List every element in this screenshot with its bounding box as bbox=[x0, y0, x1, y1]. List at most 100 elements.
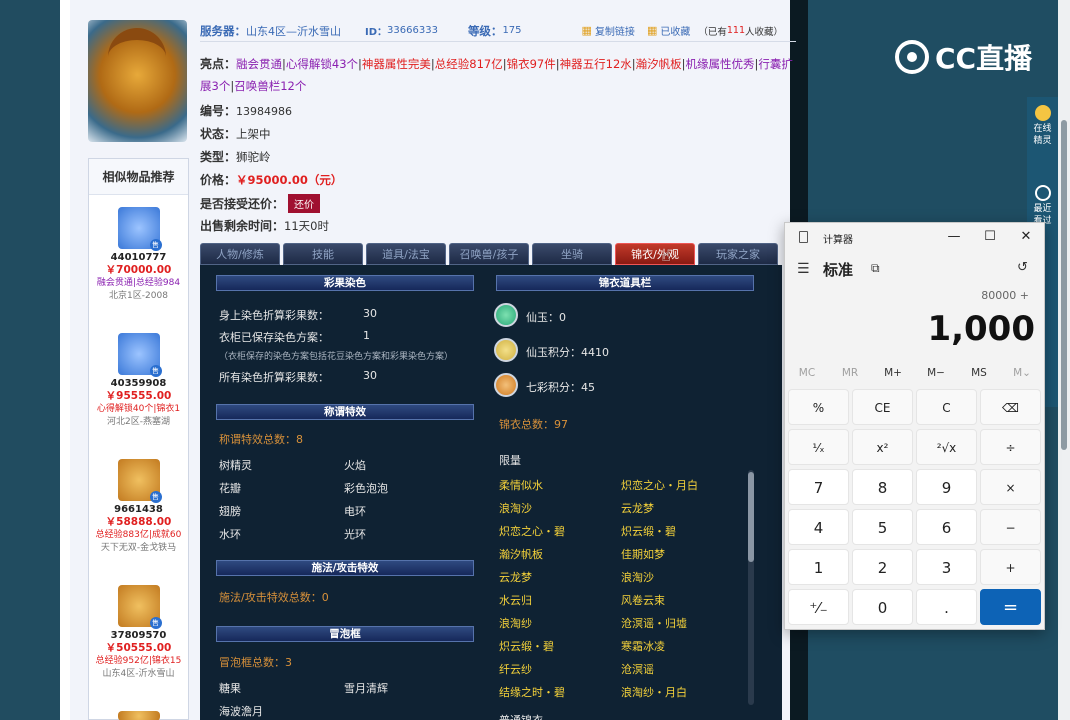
menu-icon[interactable]: ☰ bbox=[797, 261, 810, 277]
dye-label: 所有染色折算彩果数： bbox=[219, 371, 329, 384]
memory-list-button[interactable]: M⌄ bbox=[1002, 367, 1042, 379]
add-button[interactable]: + bbox=[980, 549, 1041, 585]
square-button[interactable]: x² bbox=[852, 429, 913, 465]
id-value: 33666333 bbox=[387, 25, 438, 36]
tab-mounts[interactable]: 坐骑 bbox=[532, 243, 612, 265]
highlights-label: 亮点： bbox=[200, 57, 237, 71]
remaining-label: 出售剩余时间： bbox=[200, 219, 285, 233]
dye-value: 30 bbox=[363, 307, 377, 320]
number-value: 13984986 bbox=[236, 105, 293, 118]
highlight-tag: 神器五行12水 bbox=[559, 57, 632, 71]
m-plus-button[interactable]: M+ bbox=[873, 367, 913, 379]
calculator-display: 1,000 bbox=[927, 309, 1035, 349]
similar-item[interactable]: 售 40359908 ￥95555.00 心得解锁40个|锦衣1 河北2区-燕塞… bbox=[89, 333, 188, 429]
recent-watched-button[interactable]: 最近看过 bbox=[1027, 185, 1058, 227]
outfit-item: 沧溟谣 bbox=[621, 663, 654, 676]
bargain-button[interactable]: 还价 bbox=[288, 194, 321, 213]
similar-item-tags: 总经验952亿|锦衣15 bbox=[95, 656, 182, 666]
favorited-button[interactable]: 已收藏 bbox=[660, 23, 690, 38]
similar-item-server: 山东4区-沂水雪山 bbox=[102, 669, 175, 679]
digit-4-button[interactable]: 4 bbox=[788, 509, 849, 545]
status-row: 状态：上架中 bbox=[200, 125, 271, 142]
similar-item[interactable]: 售 9661438 ￥58888.00 总经验883亿|成就60 天下无双-金戈… bbox=[89, 459, 188, 555]
bubble-item: 雪月清辉 bbox=[344, 682, 388, 695]
mc-button[interactable]: MC bbox=[787, 367, 827, 379]
tab-home[interactable]: 玩家之家 bbox=[698, 243, 778, 265]
minimize-button[interactable]: — bbox=[936, 223, 972, 251]
server-value[interactable]: 山东4区—沂水雪山 bbox=[246, 23, 341, 39]
outfit-scrollbar-thumb[interactable] bbox=[748, 472, 754, 562]
outfit-scrollbar[interactable] bbox=[748, 470, 754, 705]
similar-item-price: ￥70000.00 bbox=[105, 264, 172, 276]
similar-item-image[interactable]: 售 bbox=[117, 585, 162, 629]
bubble-item: 糖果 bbox=[219, 682, 241, 695]
subtract-button[interactable]: − bbox=[980, 509, 1041, 545]
sqrt-button[interactable]: ²√x bbox=[916, 429, 977, 465]
similar-item[interactable]: 售 37809570 ￥50555.00 总经验952亿|锦衣15 山东4区-沂… bbox=[89, 585, 188, 681]
mr-button[interactable]: MR bbox=[830, 367, 870, 379]
outfit-item: 柔情似水 bbox=[499, 479, 543, 492]
similar-item-image[interactable]: 售 bbox=[117, 207, 162, 251]
maximize-button[interactable]: ☐ bbox=[972, 223, 1008, 251]
outfit-item: 水云归 bbox=[499, 594, 532, 607]
similar-item-image[interactable]: 售 bbox=[117, 333, 162, 377]
similar-items-panel: 相似物品推荐 售 44010777 ￥70000.00 融会贯通|总经验984 … bbox=[88, 158, 189, 720]
negate-button[interactable]: ⁺⁄₋ bbox=[788, 589, 849, 625]
dye-label: 身上染色折算彩果数： bbox=[219, 309, 329, 322]
history-icon[interactable]: ↺ bbox=[1017, 260, 1028, 275]
multiply-button[interactable]: × bbox=[980, 469, 1041, 505]
digit-2-button[interactable]: 2 bbox=[852, 549, 913, 585]
ms-button[interactable]: MS bbox=[959, 367, 999, 379]
backspace-button[interactable]: ⌫ bbox=[980, 389, 1041, 425]
price-value: ￥95000.00（元） bbox=[236, 173, 343, 187]
close-button[interactable]: ✕ bbox=[1008, 223, 1044, 251]
similar-item-server: 河北2区-燕塞湖 bbox=[107, 417, 170, 427]
cc-live-logo: CC直播 bbox=[895, 32, 1045, 82]
cc-logo-text: CC直播 bbox=[935, 42, 1033, 75]
similar-item[interactable]: 售 44010777 ￥70000.00 融会贯通|总经验984 北京1区-20… bbox=[89, 207, 188, 303]
digit-6-button[interactable]: 6 bbox=[916, 509, 977, 545]
ce-button[interactable]: CE bbox=[852, 389, 913, 425]
m-minus-button[interactable]: M− bbox=[916, 367, 956, 379]
tab-pets[interactable]: 召唤兽/孩子 bbox=[449, 243, 529, 265]
digit-5-button[interactable]: 5 bbox=[852, 509, 913, 545]
tab-outfits[interactable]: 锦衣/外观 bbox=[615, 243, 695, 265]
similar-item-partial[interactable] bbox=[89, 711, 188, 720]
jade-icon bbox=[494, 303, 518, 327]
wardrobe-header: 锦衣道具栏 bbox=[496, 275, 754, 291]
outfit-item: 炽云缎・碧 bbox=[621, 525, 676, 538]
reciprocal-button[interactable]: ¹⁄ₓ bbox=[788, 429, 849, 465]
outfit-item: 浪淘纱 bbox=[499, 617, 532, 630]
scrollbar[interactable] bbox=[1058, 0, 1070, 720]
tab-skills[interactable]: 技能 bbox=[283, 243, 363, 265]
similar-item-image[interactable] bbox=[117, 711, 160, 720]
equals-button[interactable]: = bbox=[980, 589, 1041, 625]
online-sprite-button[interactable]: 在线精灵 bbox=[1027, 105, 1058, 147]
title-effects-header: 称谓特效 bbox=[216, 404, 474, 420]
divide-button[interactable]: ÷ bbox=[980, 429, 1041, 465]
outfit-panel: 彩果染色 身上染色折算彩果数： 30 衣柜已保存染色方案： 1 （衣柜保存的染色… bbox=[200, 265, 782, 720]
digit-0-button[interactable]: 0 bbox=[852, 589, 913, 625]
outfit-item: 纤云纱 bbox=[499, 663, 532, 676]
similar-item-image[interactable]: 售 bbox=[117, 459, 162, 503]
outfit-item: 寒霜冰凌 bbox=[621, 640, 665, 653]
title-effect: 翅膀 bbox=[219, 505, 241, 518]
tab-items[interactable]: 道具/法宝 bbox=[366, 243, 446, 265]
clear-button[interactable]: C bbox=[916, 389, 977, 425]
digit-9-button[interactable]: 9 bbox=[916, 469, 977, 505]
copy-link-button[interactable]: 复制链接 bbox=[595, 23, 635, 38]
dye-value: 30 bbox=[363, 369, 377, 382]
digit-1-button[interactable]: 1 bbox=[788, 549, 849, 585]
digit-8-button[interactable]: 8 bbox=[852, 469, 913, 505]
outfit-item: 瀚汐帆板 bbox=[499, 548, 543, 561]
digit-7-button[interactable]: 7 bbox=[788, 469, 849, 505]
percent-button[interactable]: % bbox=[788, 389, 849, 425]
digit-3-button[interactable]: 3 bbox=[916, 549, 977, 585]
tab-character[interactable]: 人物/修炼 bbox=[200, 243, 280, 265]
background-left bbox=[0, 0, 60, 720]
keep-on-top-icon[interactable]: ⧉ bbox=[871, 261, 880, 276]
scrollbar-thumb[interactable] bbox=[1061, 120, 1067, 450]
calculator-titlebar[interactable]: 计算器 — ☐ ✕ bbox=[785, 223, 1044, 251]
decimal-button[interactable]: . bbox=[916, 589, 977, 625]
status-value: 上架中 bbox=[236, 127, 271, 141]
